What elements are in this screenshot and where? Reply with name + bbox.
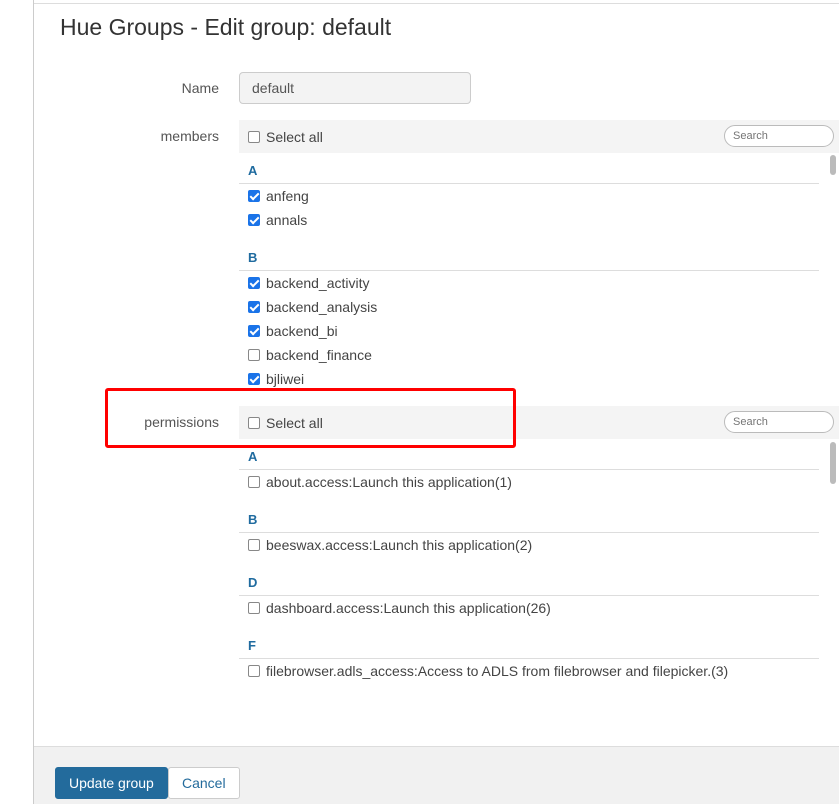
form-footer: Update group Cancel [34, 746, 839, 804]
cancel-button[interactable]: Cancel [168, 767, 240, 799]
name-input[interactable] [239, 72, 471, 104]
permissions-select-all-label: Select all [266, 414, 323, 431]
item-checkbox[interactable] [248, 190, 260, 202]
list-item[interactable]: backend_bi [239, 319, 819, 343]
permissions-list: Aabout.access:Launch this application(1)… [239, 439, 839, 680]
group-letter: B [239, 502, 819, 533]
list-item[interactable]: anfeng [239, 184, 819, 208]
list-item[interactable]: about.access:Launch this application(1) [239, 470, 819, 494]
group-letter: D [239, 565, 819, 596]
item-label: backend_bi [266, 323, 338, 339]
top-divider [34, 3, 839, 4]
item-checkbox[interactable] [248, 539, 260, 551]
item-checkbox[interactable] [248, 602, 260, 614]
item-label: backend_activity [266, 275, 370, 291]
members-list: Aanfeng annals Bbackend_activity backend_an… [239, 153, 839, 393]
item-label: beeswax.access:Launch this application(2… [266, 537, 533, 553]
list-item[interactable]: backend_finance [239, 343, 819, 367]
members-select-all-checkbox[interactable] [248, 130, 260, 143]
item-checkbox[interactable] [248, 665, 260, 677]
item-checkbox[interactable] [248, 214, 260, 226]
item-label: backend_analysis [266, 299, 378, 315]
update-group-button[interactable]: Update group [55, 767, 168, 799]
item-checkbox[interactable] [248, 325, 260, 337]
group-letter: A [239, 153, 819, 184]
group-letter: A [239, 439, 819, 470]
item-label: filebrowser.adls_access:Access to ADLS f… [266, 663, 729, 679]
members-select-all-label: Select all [266, 128, 323, 145]
item-label: annals [266, 212, 308, 228]
item-label: backend_finance [266, 347, 372, 363]
list-item[interactable]: dashboard.access:Launch this application… [239, 596, 819, 620]
members-search-input[interactable] [724, 125, 834, 147]
list-item[interactable]: annals [239, 208, 819, 232]
page-title: Hue Groups - Edit group: default [60, 14, 392, 40]
members-label: members [160, 128, 219, 144]
item-checkbox[interactable] [248, 277, 260, 289]
group-letter: B [239, 240, 819, 271]
left-divider [33, 0, 34, 804]
list-item[interactable]: backend_activity [239, 271, 819, 295]
permissions-selector: Select all Aabout.access:Launch this app… [239, 406, 839, 680]
list-item[interactable]: backend_analysis [239, 295, 819, 319]
item-checkbox[interactable] [248, 349, 260, 361]
permissions-label: permissions [144, 414, 219, 430]
permissions-select-all-checkbox[interactable] [248, 416, 260, 429]
item-label: about.access:Launch this application(1) [266, 474, 512, 490]
list-item[interactable]: bjliwei [239, 367, 819, 391]
members-selector: Select all Aanfeng annals Bbackend_activit… [239, 120, 839, 393]
item-checkbox[interactable] [248, 301, 260, 313]
permissions-search-input[interactable] [724, 411, 834, 433]
members-header: Select all [239, 120, 839, 153]
name-label: Name [181, 80, 219, 96]
list-item[interactable]: filebrowser.adls_access:Access to ADLS f… [239, 659, 819, 680]
item-checkbox[interactable] [248, 373, 260, 385]
list-item[interactable]: beeswax.access:Launch this application(2… [239, 533, 819, 557]
members-scrollbar[interactable] [830, 155, 836, 175]
permissions-header: Select all [239, 406, 839, 439]
item-checkbox[interactable] [248, 476, 260, 488]
item-label: bjliwei [266, 371, 305, 387]
group-letter: F [239, 628, 819, 659]
permissions-scrollbar[interactable] [830, 442, 836, 484]
item-label: anfeng [266, 188, 309, 204]
item-label: dashboard.access:Launch this application… [266, 600, 551, 616]
